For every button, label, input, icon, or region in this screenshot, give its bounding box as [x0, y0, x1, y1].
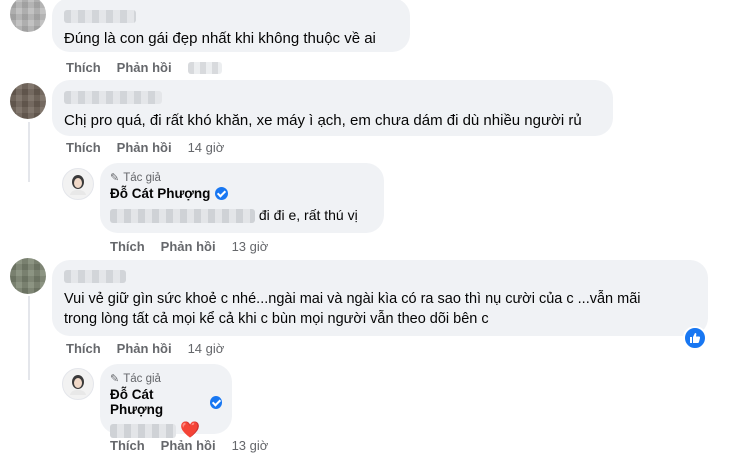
mention-blurred[interactable] [110, 424, 176, 439]
pen-icon: ✎ [110, 172, 120, 184]
comment-text-line2: trong lòng tất cả mọi kể cả khi c bùn mọ… [64, 311, 489, 327]
reply-bubble: ✎ Tác giả Đỗ Cát Phượng đi đi e, rất thú… [100, 163, 384, 233]
thread-line [28, 122, 30, 182]
author-avatar-image [70, 375, 86, 395]
author-tag: ✎ Tác giả [110, 372, 222, 386]
reply-actions: Thích Phản hồi 13 giờ [110, 239, 268, 254]
comment-text: Đúng là con gái đẹp nhất khi không thuộc… [64, 30, 376, 47]
like-button[interactable]: Thích [66, 341, 101, 356]
author-tag-label: Tác giả [123, 372, 161, 385]
pen-icon: ✎ [110, 373, 120, 385]
commenter-name-blurred[interactable] [64, 10, 136, 23]
author-avatar-image [70, 175, 86, 195]
author-avatar[interactable] [62, 368, 94, 400]
reply-bubble: ✎ Tác giả Đỗ Cát Phượng ❤️ [100, 364, 232, 439]
comment-bubble: Vui vẻ giữ gìn sức khoẻ c nhé...ngài mai… [52, 260, 708, 336]
commenter-name-blurred[interactable] [64, 91, 162, 104]
like-button[interactable]: Thích [110, 239, 145, 254]
heart-emoji-icon: ❤️ [180, 422, 201, 440]
author-name[interactable]: Đỗ Cát Phượng [110, 387, 205, 417]
commenter-avatar[interactable] [10, 258, 46, 294]
comment-actions: Thích Phản hồi [66, 60, 222, 75]
reply-button[interactable]: Phản hồi [161, 239, 216, 254]
thread-line [28, 296, 30, 380]
reply-button[interactable]: Phản hồi [117, 60, 172, 75]
author-tag-label: Tác giả [123, 171, 161, 184]
comment-text: Chị pro quá, đi rất khó khăn, xe máy ì ạ… [64, 112, 582, 129]
comment-time[interactable]: 14 giờ [188, 341, 225, 356]
comment-text-line1: Vui vẻ giữ gìn sức khoẻ c nhé...ngài mai… [64, 291, 641, 307]
reply-text: đi đi e, rất thú vị [258, 207, 358, 223]
like-button[interactable]: Thích [66, 140, 101, 155]
commenter-avatar[interactable] [10, 0, 46, 32]
reply-button[interactable]: Phản hồi [117, 140, 172, 155]
comment-bubble: Đúng là con gái đẹp nhất khi không thuộc… [52, 0, 410, 52]
comment-actions: Thích Phản hồi 14 giờ [66, 341, 224, 356]
reply-time[interactable]: 13 giờ [232, 239, 269, 254]
author-tag: ✎ Tác giả [110, 171, 374, 185]
commenter-avatar[interactable] [10, 83, 46, 119]
commenter-name-blurred[interactable] [64, 270, 126, 283]
comment-bubble: Chị pro quá, đi rất khó khăn, xe máy ì ạ… [52, 80, 613, 136]
verified-badge-icon [209, 395, 222, 409]
like-reaction-icon[interactable] [683, 326, 707, 350]
thumbs-up-icon [690, 333, 701, 343]
reply-text-row: đi đi e, rất thú vị [110, 205, 374, 225]
like-button[interactable]: Thích [66, 60, 101, 75]
author-avatar[interactable] [62, 168, 94, 200]
comment-time-blurred[interactable] [187, 61, 222, 74]
mention-blurred[interactable] [110, 209, 255, 224]
author-name[interactable]: Đỗ Cát Phượng [110, 186, 210, 201]
comment-actions: Thích Phản hồi 14 giờ [66, 140, 224, 155]
reply-button[interactable]: Phản hồi [117, 341, 172, 356]
author-name-row: Đỗ Cát Phượng [110, 387, 222, 417]
verified-badge-icon [215, 187, 229, 200]
comment-time[interactable]: 14 giờ [188, 140, 225, 155]
author-name-row: Đỗ Cát Phượng [110, 186, 374, 201]
